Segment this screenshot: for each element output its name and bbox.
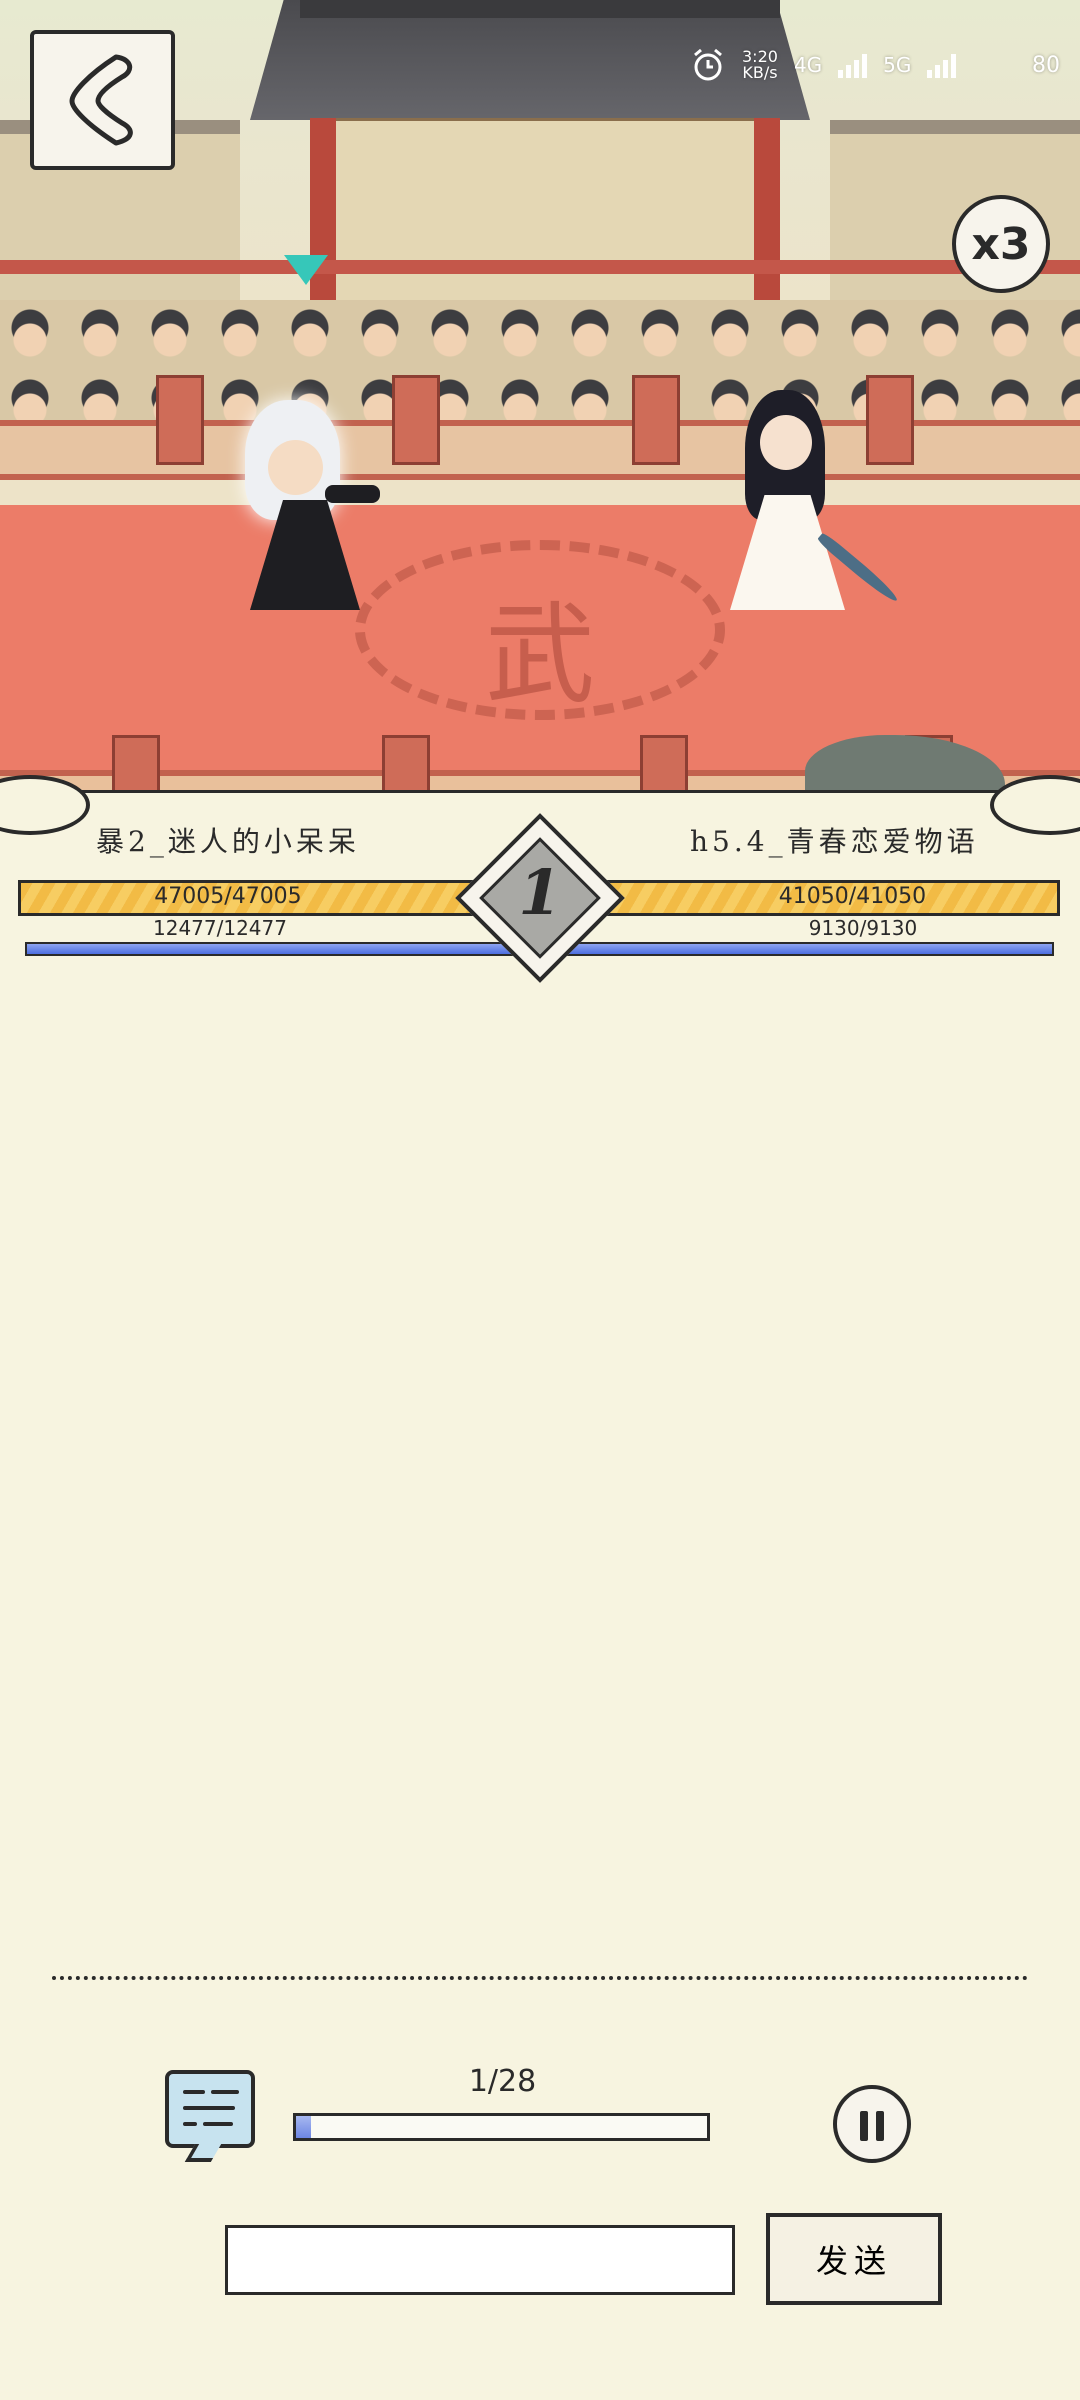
- back-arrow-icon: [69, 54, 133, 146]
- status-bar: 3:20 KB/s 4G 5G 80: [690, 40, 1060, 90]
- pause-button[interactable]: [833, 2085, 911, 2163]
- log-divider: [52, 1976, 1028, 1980]
- emblem-character: 武: [485, 591, 595, 719]
- signal-4g-icon: [838, 52, 868, 78]
- player-left-mp-text: 12477/12477: [153, 916, 287, 940]
- speed-multiplier-label: x3: [971, 218, 1031, 270]
- player-left-name: 暴2_迷人的小呆呆: [96, 825, 360, 858]
- combat-log[interactable]: [0, 970, 1080, 1960]
- round-indicator: 1: [455, 813, 625, 983]
- signal-5g-icon: [927, 52, 957, 78]
- player-right-mp-text: 9130/9130: [808, 916, 918, 940]
- railing-post: [156, 375, 204, 465]
- playback-progress-fill: [296, 2116, 311, 2138]
- player-right-name: h5.4_青春恋爱物语: [690, 825, 979, 858]
- alarm-icon: [694, 48, 722, 81]
- chat-input[interactable]: [225, 2225, 735, 2295]
- network-type-4g: 4G: [793, 53, 823, 77]
- player-right-hp-text: 41050/41050: [778, 884, 927, 909]
- network-speed: 3:20 KB/s: [742, 47, 778, 82]
- network-type-5g: 5G: [883, 53, 912, 77]
- back-button[interactable]: [30, 30, 175, 170]
- playback-progress-text: 1/28: [468, 2064, 537, 2099]
- fighter-left: [230, 390, 380, 625]
- send-button[interactable]: 发送: [766, 2213, 942, 2305]
- battery-level: 80: [1032, 52, 1060, 78]
- pavilion-roof-ridge: [300, 0, 780, 18]
- player-left-mp-bar: [25, 942, 535, 956]
- speed-multiplier-button[interactable]: x3: [952, 195, 1050, 293]
- fighter-right: [725, 380, 901, 630]
- pavilion-body: [310, 118, 780, 328]
- player-right-mp-bar: [552, 942, 1054, 956]
- wall-band: [0, 260, 1080, 274]
- round-number: 1: [518, 856, 562, 929]
- player-left-hp-text: 47005/47005: [154, 884, 302, 909]
- playback-progress-bar[interactable]: [293, 2113, 710, 2141]
- railing-post: [632, 375, 680, 465]
- chat-toggle-button[interactable]: [165, 2070, 255, 2148]
- railing-post: [392, 375, 440, 465]
